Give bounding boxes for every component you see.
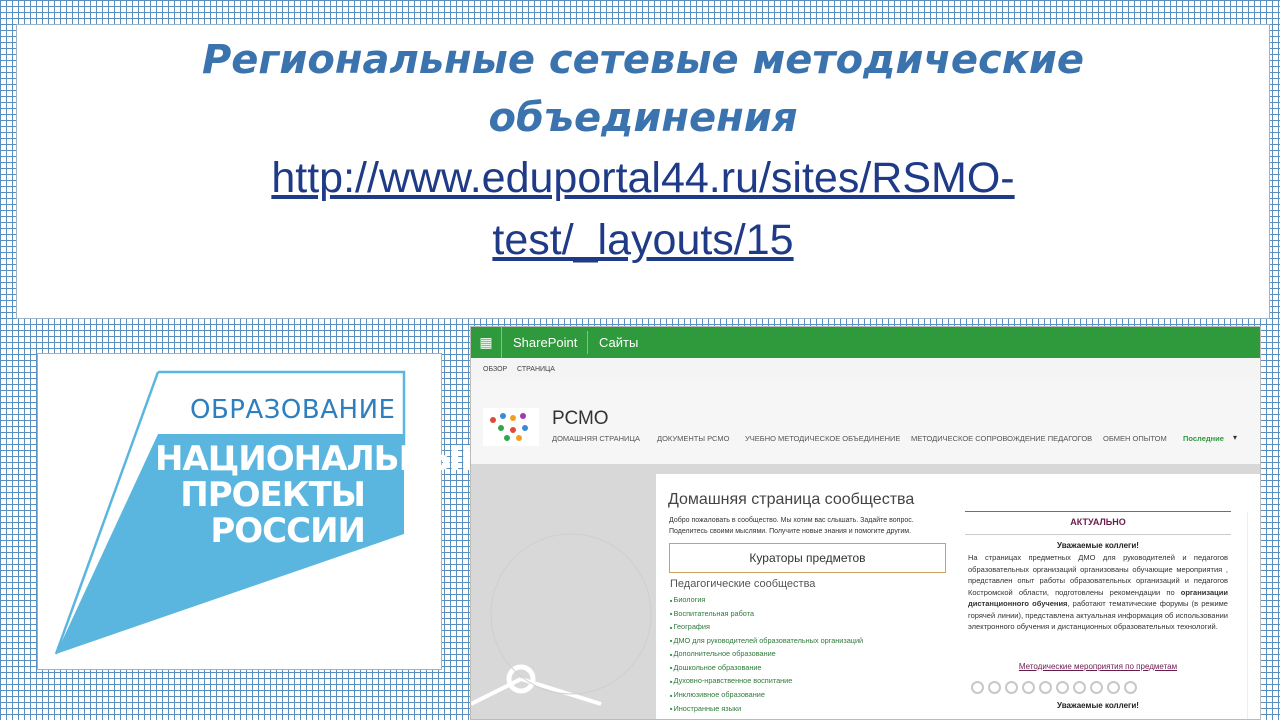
url-link-line2[interactable]: test/_layouts/15 [17, 209, 1269, 271]
nav-method-support[interactable]: МЕТОДИЧЕСКОЕ СОПРОВОЖДЕНИЕ ПЕДАГОГОВ [911, 434, 1092, 443]
site-logo[interactable] [483, 408, 539, 446]
caret-down-icon[interactable]: ▾ [1233, 433, 1237, 442]
site-header: РСМО ДОМАШНЯЯ СТРАНИЦА ДОКУМЕНТЫ РСМО УЧ… [471, 380, 1260, 464]
logo-text-obrazovanie: ОБРАЗОВАНИЕ [190, 395, 396, 425]
aktual-subheading: Уважаемые коллеги! [1057, 541, 1139, 550]
logo-text-line3: РОССИИ [210, 511, 366, 551]
aktual-top-rule [965, 511, 1231, 512]
ped-communities-title: Педагогические сообщества [670, 578, 816, 590]
list-item[interactable]: География [670, 620, 863, 634]
carousel-dot[interactable] [1107, 681, 1120, 694]
carousel-dot[interactable] [1039, 681, 1052, 694]
carousel-dot[interactable] [1056, 681, 1069, 694]
list-item[interactable]: Дополнительное образование [670, 647, 863, 661]
carousel-dots [971, 681, 1141, 699]
logo-text-line1: НАЦИОНАЛЬНЫЕ [155, 439, 484, 479]
slide-title-line1: Региональные сетевые методические [201, 37, 1085, 83]
ped-communities-list: Биология Воспитательная работа География… [670, 593, 864, 716]
list-item[interactable]: Биология [670, 593, 863, 607]
carousel-dot[interactable] [988, 681, 1001, 694]
site-logo-figures-icon [490, 413, 528, 441]
aktual-divider [965, 534, 1231, 535]
sharepoint-screenshot: ▦ SharePoint Сайты ОБЗОР СТРАНИЦА РСМО Д… [470, 326, 1261, 720]
slide-title-line2: объединения [488, 95, 798, 141]
ribbon-tab-page[interactable]: СТРАНИЦА [517, 366, 555, 373]
ribbon-tab-browse[interactable]: ОБЗОР [483, 366, 507, 373]
decorative-network-graphic [471, 533, 652, 706]
logo-text-line2: ПРОЕКТЫ [180, 475, 366, 515]
slide-title-box: Региональные сетевые методические объеди… [16, 24, 1270, 319]
sites-link[interactable]: Сайты [599, 335, 638, 350]
carousel-dot[interactable] [1022, 681, 1035, 694]
nav-recent[interactable]: Последние [1183, 434, 1224, 443]
nav-umo[interactable]: УЧЕБНО МЕТОДИЧЕСКОЕ ОБЪЕДИНЕНИЕ [745, 434, 900, 443]
list-item[interactable]: Инклюзивное образование [670, 688, 863, 702]
community-home-title: Домашняя страница сообщества [668, 491, 915, 508]
carousel-dot[interactable] [1073, 681, 1086, 694]
nav-documents[interactable]: ДОКУМЕНТЫ РСМО [657, 434, 729, 443]
list-item[interactable]: Духовно-нравственное воспитание [670, 674, 863, 688]
nav-home[interactable]: ДОМАШНЯЯ СТРАНИЦА [552, 434, 640, 443]
carousel-dot[interactable] [1090, 681, 1103, 694]
suite-bar: ▦ SharePoint Сайты [471, 327, 1260, 358]
carousel-dot[interactable] [1005, 681, 1018, 694]
curators-button[interactable]: Кураторы предметов [669, 543, 946, 573]
list-item[interactable]: ДМО для руководителей образовательных ор… [670, 634, 864, 648]
welcome-line1: Добро пожаловать в сообщество. Мы хотим … [669, 517, 914, 524]
suite-bar-divider [587, 331, 588, 354]
url-link-line1[interactable]: http://www.eduportal44.ru/sites/RSMO- [17, 147, 1269, 209]
welcome-line2: Поделитесь своими мыслями. Получите новы… [669, 528, 912, 535]
list-item[interactable]: Иностранные языки [670, 702, 863, 716]
site-title[interactable]: РСМО [552, 408, 609, 430]
method-events-link[interactable]: Методические мероприятия по предметам [965, 662, 1231, 671]
aktual-heading: АКТУАЛЬНО [1070, 517, 1126, 527]
list-item[interactable]: Дошкольное образование [670, 661, 863, 675]
ribbon-bar: ОБЗОР СТРАНИЦА [471, 358, 1260, 380]
aktual-body: На страницах предметных ДМО для руководи… [968, 552, 1228, 633]
carousel-dot[interactable] [1124, 681, 1137, 694]
aktual-subheading-2: Уважаемые коллеги! [1057, 701, 1139, 710]
welcome-text: Добро пожаловать в сообщество. Мы хотим … [669, 515, 949, 537]
list-item[interactable]: Воспитательная работа [670, 607, 863, 621]
nav-exchange[interactable]: ОБМЕН ОПЫТОМ [1103, 434, 1167, 443]
app-launcher-icon[interactable]: ▦ [471, 327, 502, 358]
right-column-edge [1247, 512, 1260, 719]
carousel-dot[interactable] [971, 681, 984, 694]
sharepoint-brand[interactable]: SharePoint [513, 335, 577, 350]
